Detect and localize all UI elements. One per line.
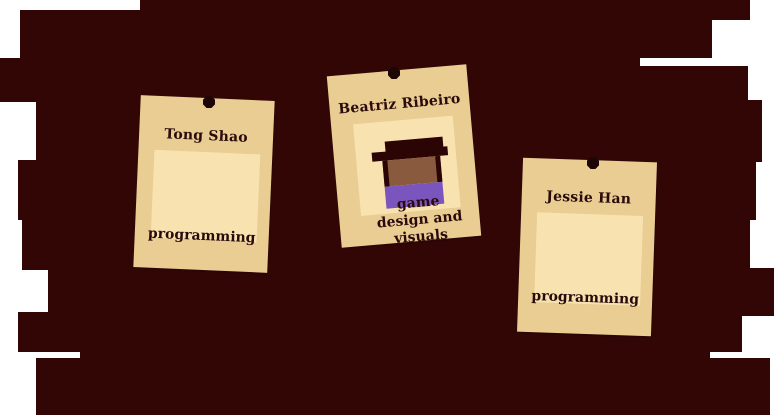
board-plank (48, 268, 774, 316)
team-card-beatriz-ribeiro: Beatriz Ribeiro game design and visuals (326, 64, 482, 248)
member-role: game design and visuals (376, 193, 464, 248)
board-plank (140, 0, 750, 20)
board-plank (0, 58, 640, 102)
pin-icon (203, 96, 215, 108)
member-name: Beatriz Ribeiro (337, 90, 462, 118)
board-plank (640, 66, 748, 102)
member-name: Jessie Han (546, 188, 632, 208)
board-plank (36, 358, 770, 415)
member-name: Tong Shao (164, 126, 249, 146)
team-card-jessie-han: Jessie Han programming (517, 157, 657, 337)
member-role: programming (531, 288, 640, 308)
team-card-tong-shao: Tong Shao programming (133, 95, 275, 273)
